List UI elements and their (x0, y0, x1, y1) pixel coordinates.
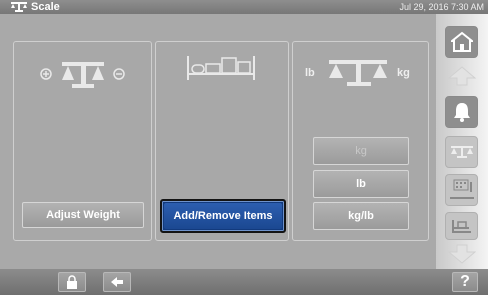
egress-icon (451, 220, 471, 233)
bed-exit-icon (449, 179, 474, 199)
adjust-weight-panel: Adjust Weight (13, 41, 152, 241)
up-arrow-icon[interactable] (448, 66, 476, 86)
bed-exit-button[interactable] (445, 174, 478, 206)
help-button[interactable]: ? (452, 272, 478, 292)
bottom-bar: ? (0, 269, 488, 295)
down-arrow-icon[interactable] (448, 244, 476, 264)
help-icon: ? (460, 273, 470, 290)
lock-icon (67, 275, 77, 289)
bed-items-icon (187, 56, 255, 80)
unit-lb-button[interactable]: lb (313, 170, 409, 198)
scale-nav-button[interactable] (445, 136, 478, 168)
units-panel: lb kg kg lb kg/lb (292, 41, 429, 241)
side-navigation (436, 14, 488, 269)
scale-icon (450, 146, 473, 158)
title-group: Scale (10, 1, 60, 13)
home-button[interactable] (445, 26, 478, 58)
back-button[interactable] (103, 272, 131, 292)
unit-balance-icon (329, 60, 387, 86)
add-remove-items-label: Add/Remove Items (164, 203, 282, 229)
unit-kg-button[interactable]: kg (313, 137, 409, 165)
lb-label: lb (305, 67, 315, 79)
balance-plus-minus-icon (40, 62, 125, 88)
alarm-button[interactable] (445, 96, 478, 128)
add-remove-items-panel: Add/Remove Items (155, 41, 289, 241)
date-time: Jul 29, 2016 7:30 AM (399, 2, 484, 12)
home-icon (450, 31, 473, 52)
page-title: Scale (31, 1, 60, 13)
egress-button[interactable] (445, 212, 478, 240)
alarm-bell-icon (453, 103, 470, 122)
title-bar: Scale Jul 29, 2016 7:30 AM (0, 0, 488, 14)
adjust-weight-button[interactable]: Adjust Weight (22, 202, 144, 228)
unit-kg-lb-button[interactable]: kg/lb (313, 202, 409, 230)
add-remove-items-button[interactable]: Add/Remove Items (160, 199, 286, 233)
lock-button[interactable] (58, 272, 86, 292)
back-arrow-icon (111, 277, 123, 287)
kg-label: kg (397, 67, 410, 79)
scale-icon (10, 2, 28, 12)
